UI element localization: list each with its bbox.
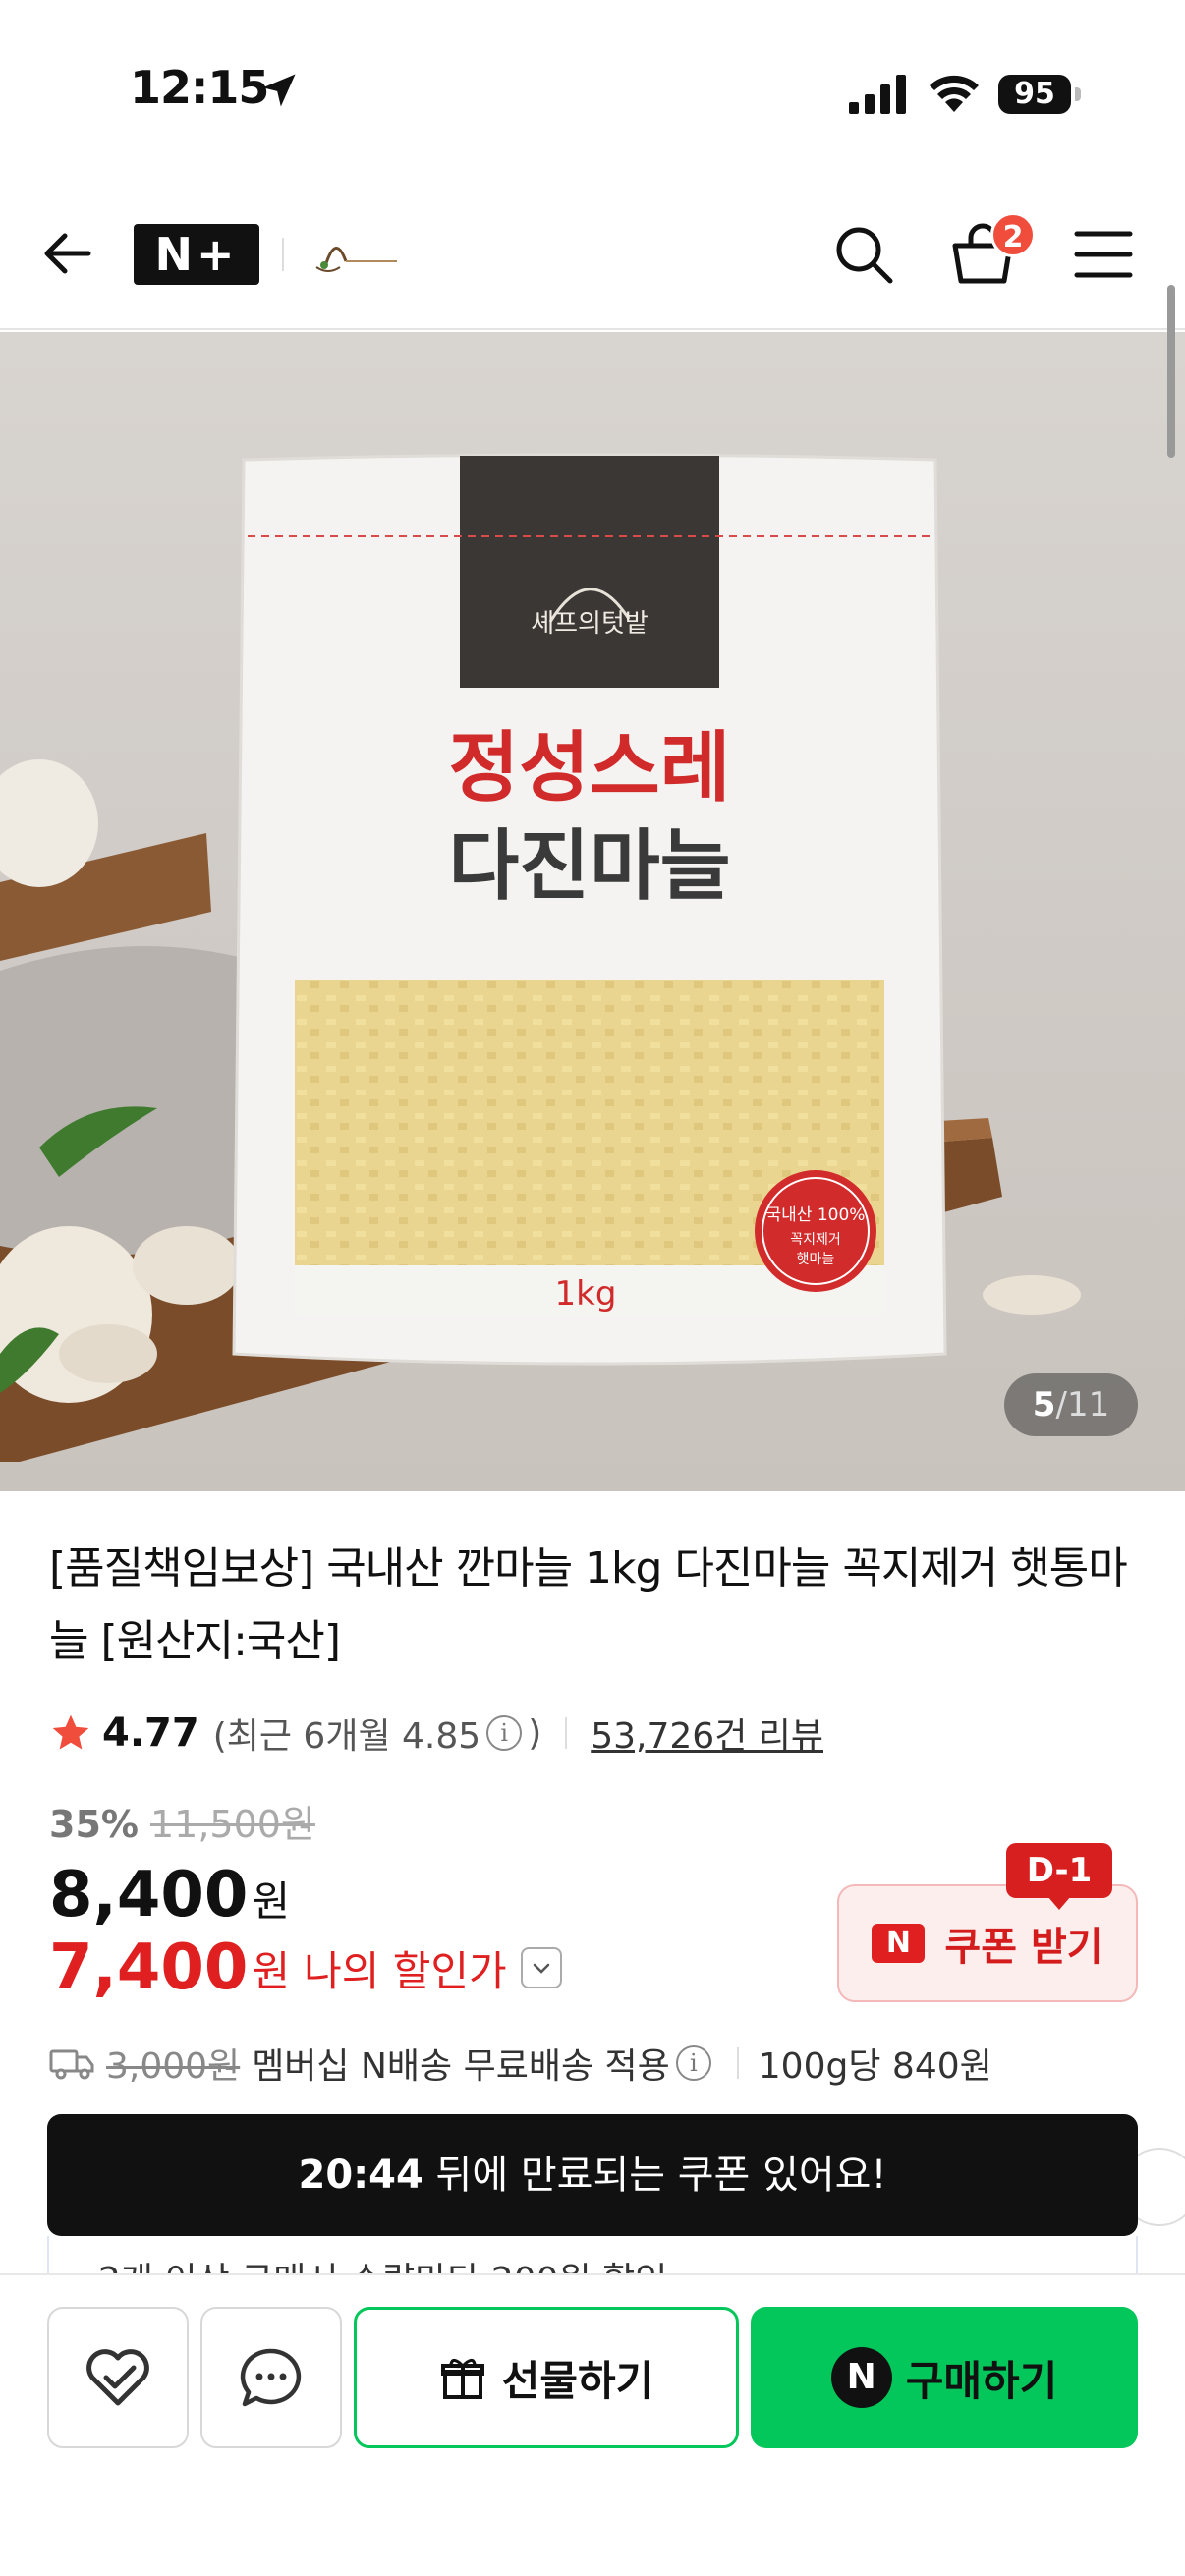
coupon-dday-badge: D-1 <box>1006 1843 1112 1898</box>
wishlist-button[interactable] <box>47 2307 189 2448</box>
recent-rating-text: (최근 6개월 4.85 <box>212 1716 481 1757</box>
status-time: 12:15 <box>130 61 269 114</box>
get-coupon-button[interactable]: N 쿠폰 받기 <box>837 1884 1138 2002</box>
status-bar: 12:15 95 <box>0 0 1185 187</box>
my-price-row[interactable]: 7,400 원 나의 할인가 <box>49 1932 562 2004</box>
review-count-link[interactable]: 53,726건 리뷰 <box>591 1708 823 1759</box>
cellular-signal-icon <box>849 75 906 114</box>
dday-badge-tail <box>1047 1896 1071 1910</box>
heart-check-icon <box>86 2349 149 2406</box>
chevron-down-icon <box>533 1963 549 1974</box>
package-title-line1: 정성스레 <box>448 724 730 812</box>
rating-row: 4.77 (최근 6개월 4.85 i ) 53,726건 리뷰 <box>49 1706 823 1761</box>
gift-icon <box>440 2359 484 2399</box>
star-icon <box>52 1714 89 1750</box>
coupon-button-label: 쿠폰 받기 <box>944 1925 1103 1970</box>
my-discount-price: 7,400 <box>49 1932 249 2004</box>
package-seal-line2: 꼭지제거 <box>790 1232 841 1248</box>
coupon-n-icon: N <box>872 1924 926 1963</box>
product-photo: 셰프의텃밭 정성스레 다진마늘 1kg 국내산 100% 꼭지제거 햇마늘 <box>0 453 1081 1462</box>
shipping-info-icon[interactable]: i <box>675 2045 711 2081</box>
image-page-counter: 5/11 <box>1004 1373 1138 1436</box>
expand-price-button[interactable] <box>520 1947 562 1988</box>
unit-price: 100g당 840원 <box>758 2046 992 2087</box>
buy-button[interactable]: N 구매하기 <box>751 2307 1138 2448</box>
bottom-action-bar: 선물하기 N 구매하기 <box>0 2273 1185 2576</box>
my-price-unit: 원 <box>252 1946 291 1995</box>
product-title: [품질책임보상] 국내산 깐마늘 1kg 다진마늘 꼭지제거 햇통마늘 [원산지… <box>49 1543 1128 1666</box>
shipping-row: 3,000원 멤버십 N배송 무료배송 적용 i 100g당 840원 <box>49 2036 992 2091</box>
battery-cap <box>1075 87 1081 101</box>
info-icon[interactable]: i <box>486 1715 523 1751</box>
package-title-line2: 다진마늘 <box>448 822 730 911</box>
package-brand-text: 셰프의텃밭 <box>531 609 649 639</box>
expire-countdown: 20:44 <box>298 2153 423 2198</box>
naver-plus-store-logo[interactable]: N+ <box>134 224 259 285</box>
talk-talk-button[interactable] <box>200 2307 342 2448</box>
top-nav-header: N+ 2 <box>0 187 1185 330</box>
original-price: 11,500원 <box>149 1803 315 1846</box>
header-divider <box>282 238 284 271</box>
package-seal-line1: 국내산 100% <box>766 1205 866 1225</box>
back-arrow-icon[interactable] <box>39 224 98 283</box>
product-image-gallery[interactable]: 셰프의텃밭 정성스레 다진마늘 1kg 국내산 100% 꼭지제거 햇마늘 5/… <box>0 332 1185 1491</box>
page-scrollbar[interactable] <box>1167 285 1175 458</box>
image-counter-separator: / <box>1055 1385 1067 1425</box>
brand-logo[interactable] <box>307 224 405 283</box>
rating-score: 4.77 <box>102 1710 199 1756</box>
search-icon[interactable] <box>831 222 896 287</box>
location-arrow-icon <box>262 74 296 107</box>
battery-indicator: 95 <box>998 75 1071 114</box>
wifi-icon <box>930 75 979 112</box>
image-current-index: 5 <box>1032 1385 1056 1425</box>
sale-price-row: 8,400 원 <box>49 1859 290 1932</box>
discount-row: 35% 11,500원 <box>49 1794 315 1848</box>
my-price-label: 나의 할인가 <box>304 1946 507 1995</box>
sale-price: 8,400 <box>49 1859 249 1932</box>
image-total-count: 11 <box>1066 1385 1110 1425</box>
package-seal-line3: 햇마늘 <box>797 1252 835 1267</box>
original-shipping-fee: 3,000원 <box>106 2046 241 2087</box>
gift-button-label: 선물하기 <box>501 2356 654 2405</box>
naver-pay-icon: N <box>830 2347 892 2408</box>
rating-divider <box>565 1717 568 1749</box>
sale-price-unit: 원 <box>252 1877 291 1926</box>
buy-button-label: 구매하기 <box>905 2356 1058 2405</box>
hamburger-menu-icon[interactable] <box>1073 228 1134 281</box>
cart-count-badge: 2 <box>990 212 1036 257</box>
recent-rating-close: ) <box>528 1712 542 1754</box>
discount-rate: 35% <box>49 1803 139 1846</box>
package-weight-text: 1kg <box>555 1274 617 1314</box>
coupon-expire-banner[interactable]: 20:44 뒤에 만료되는 쿠폰 있어요! <box>47 2114 1138 2236</box>
truck-icon <box>49 2049 94 2080</box>
expire-banner-text: 뒤에 만료되는 쿠폰 있어요! <box>423 2153 887 2198</box>
gift-button[interactable]: 선물하기 <box>354 2307 739 2448</box>
shipping-divider <box>736 2047 739 2079</box>
chat-bubble-icon <box>240 2348 302 2407</box>
shipping-benefit-text: 멤버십 N배송 무료배송 적용 <box>252 2046 670 2087</box>
